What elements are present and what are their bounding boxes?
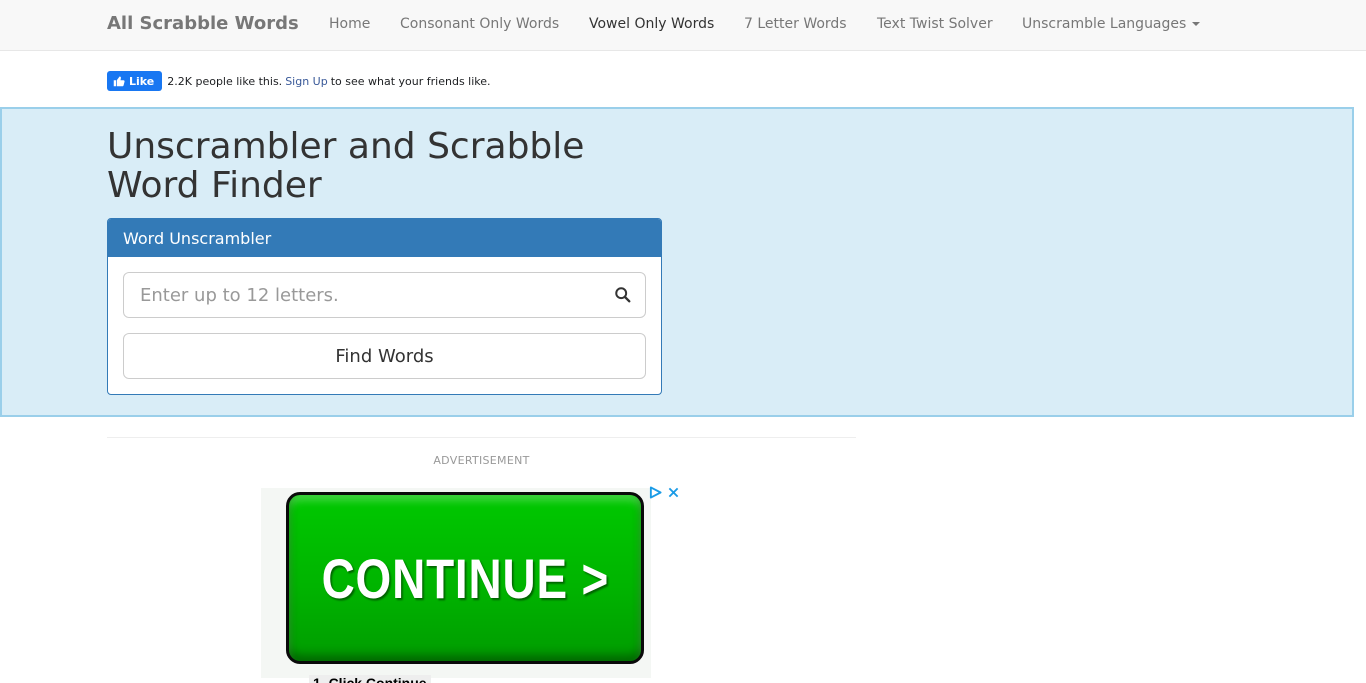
- facebook-signup-link[interactable]: Sign Up: [285, 75, 328, 88]
- close-icon[interactable]: [668, 487, 679, 498]
- nav-unscramble-languages-dropdown[interactable]: Unscramble Languages: [1022, 16, 1201, 32]
- advertisement-banner[interactable]: CONTINUE > 1. Click Continue: [261, 482, 685, 683]
- advertisement-label: ADVERTISEMENT: [433, 454, 530, 467]
- facebook-suffix-text: to see what your friends like.: [330, 74, 491, 88]
- ad-choices-group: [649, 486, 679, 499]
- top-navbar: All Scrabble Words Home Consonant Only W…: [0, 0, 1366, 51]
- nav-home[interactable]: Home: [329, 16, 370, 32]
- word-unscrambler-panel: Word Unscrambler Find Words: [107, 218, 662, 395]
- letters-input[interactable]: [123, 272, 646, 318]
- ad-step-instruction: 1. Click Continue: [309, 675, 431, 683]
- brand-link[interactable]: All Scrabble Words: [107, 13, 299, 34]
- facebook-like-label: Like: [129, 74, 155, 88]
- nav-unscramble-languages-label: Unscramble Languages: [1022, 16, 1187, 32]
- search-icon[interactable]: [614, 286, 632, 304]
- nav-consonant-only-words[interactable]: Consonant Only Words: [400, 16, 559, 32]
- nav-text-twist-solver[interactable]: Text Twist Solver: [877, 16, 993, 32]
- ad-continue-text: CONTINUE >: [321, 546, 609, 610]
- panel-heading: Word Unscrambler: [108, 219, 661, 257]
- hero-jumbotron: Unscrambler and Scrabble Word Finder Wor…: [0, 107, 1354, 417]
- facebook-like-count: 2.2K people like this.: [167, 74, 283, 88]
- facebook-like-bar: Like 2.2K people like this. Sign Up to s…: [107, 71, 491, 91]
- facebook-like-button[interactable]: Like: [107, 71, 163, 91]
- page-title: Unscrambler and Scrabble Word Finder: [107, 126, 585, 206]
- find-words-button[interactable]: Find Words: [123, 333, 646, 379]
- adchoices-icon[interactable]: [649, 486, 662, 499]
- content-divider: [107, 437, 856, 438]
- nav-vowel-only-words[interactable]: Vowel Only Words: [589, 16, 714, 32]
- ad-continue-button[interactable]: CONTINUE >: [286, 492, 644, 664]
- thumbs-up-icon: [113, 76, 125, 87]
- caret-down-icon: [1192, 22, 1201, 26]
- search-field-group: [123, 272, 646, 318]
- nav-7-letter-words[interactable]: 7 Letter Words: [744, 16, 847, 32]
